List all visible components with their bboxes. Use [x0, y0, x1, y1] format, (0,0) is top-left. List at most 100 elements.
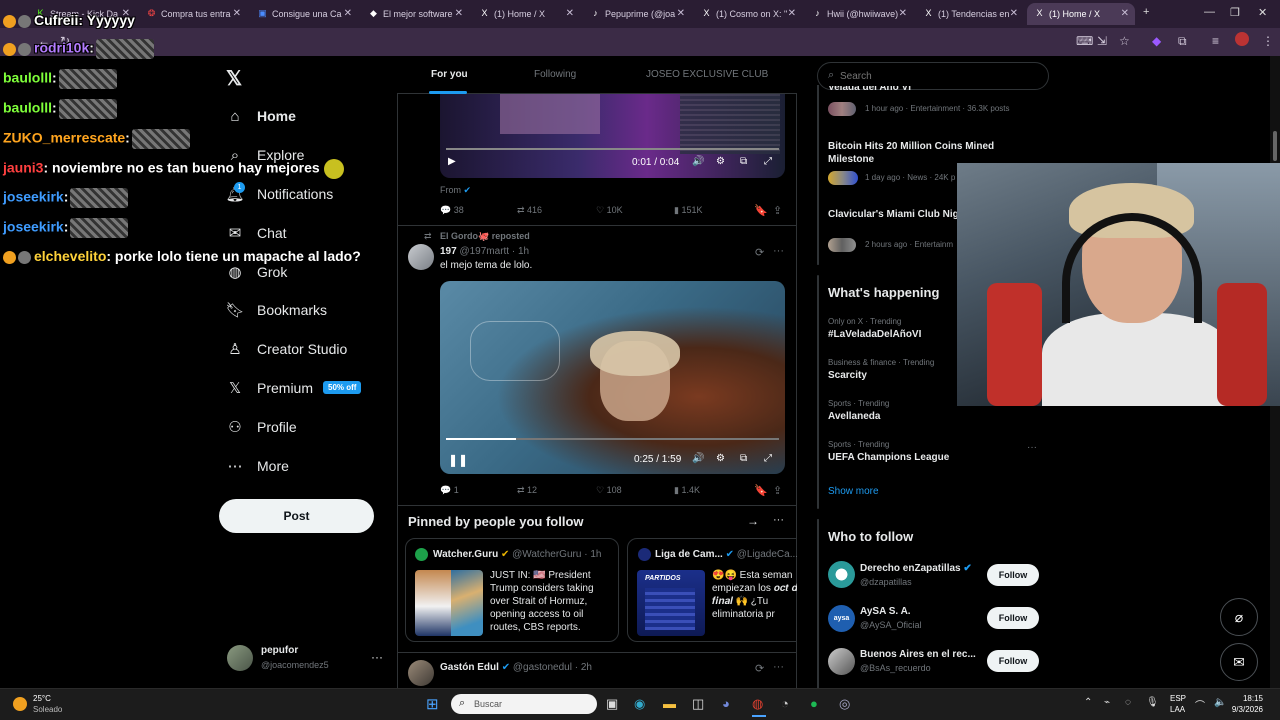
close-tab-icon[interactable]: ✕ — [788, 8, 796, 19]
tweet2-author-name[interactable]: 197 — [440, 246, 457, 257]
language-indicator-2[interactable]: LAA — [1170, 705, 1185, 714]
tweet1-video-progress[interactable] — [446, 148, 779, 150]
close-tab-icon[interactable]: ✕ — [455, 8, 463, 19]
tweet2-time[interactable]: 1h — [518, 246, 529, 257]
close-tab-icon[interactable]: ✕ — [677, 8, 685, 19]
media-control-icon[interactable]: ≡ — [1212, 34, 1219, 48]
suggestion-1-avatar[interactable] — [828, 561, 855, 588]
tweet2-author-handle[interactable]: @197martt — [459, 246, 509, 257]
tab-for-you[interactable]: For you — [431, 69, 468, 80]
weather-icon[interactable] — [13, 697, 27, 711]
profile-avatar[interactable] — [1235, 32, 1249, 46]
share-icon[interactable]: ⇪ — [773, 204, 782, 217]
tweet2-video-progress-track[interactable] — [446, 438, 779, 440]
like-button[interactable]: ♡ 10K — [596, 205, 623, 216]
trend-4-more-icon[interactable]: ··· — [1027, 442, 1037, 453]
pause-icon[interactable]: ❚❚ — [448, 453, 468, 467]
chat-username[interactable]: baulolll — [3, 100, 52, 116]
browser-tab[interactable]: ▣ Consigue una Ca ✕ — [250, 3, 358, 25]
bookmark-icon[interactable]: 🔖 — [754, 484, 768, 497]
suggestion-2-name[interactable]: AySA S. A. — [860, 606, 911, 617]
microphone-icon[interactable]: 🎙 — [1146, 697, 1159, 708]
translate-icon[interactable]: ⌨ — [1076, 34, 1093, 48]
grok-float-icon[interactable]: ⌀ — [1220, 598, 1258, 636]
close-tab-icon[interactable]: ✕ — [344, 8, 352, 19]
show-more-link[interactable]: Show more — [828, 486, 879, 497]
account-avatar[interactable] — [227, 645, 253, 671]
close-tab-icon[interactable]: ✕ — [1010, 8, 1018, 19]
scrollbar-thumb[interactable] — [1273, 131, 1277, 161]
star-icon[interactable]: ☆ — [1119, 34, 1130, 48]
menu-dots-icon[interactable]: ⋮ — [1262, 34, 1274, 48]
task-view-icon[interactable]: ▣ — [606, 696, 618, 712]
tweet2-video[interactable]: ❚❚ 0:25 / 1:59 🔊 ⚙ ⧉ ⤢ — [440, 281, 785, 474]
tray-chevron-icon[interactable]: ⌃ — [1084, 697, 1092, 708]
nav-item-home[interactable]: ⌂ Home — [226, 102, 295, 130]
trend-1-name[interactable]: #LaVeladaDelAñoVI — [828, 329, 921, 340]
chat-username[interactable]: Cufreii — [34, 12, 78, 28]
steam-icon[interactable]: ◎ — [839, 696, 850, 712]
tab-following[interactable]: Following — [534, 69, 576, 80]
chat-username[interactable]: joseekirk — [3, 219, 64, 235]
nav-item-profile[interactable]: ⚇ Profile — [226, 413, 296, 441]
suggestion-1-name[interactable]: Derecho enZapatillas ✔ — [860, 563, 972, 574]
post-button[interactable]: Post — [219, 499, 374, 533]
repost-button[interactable]: ⇄ 12 — [517, 485, 537, 496]
close-tab-icon[interactable]: ✕ — [566, 8, 574, 19]
tray-icon-1[interactable]: ⌁ — [1104, 697, 1110, 708]
minimize-icon[interactable]: — — [1204, 6, 1215, 18]
pinned-card-2[interactable]: Liga de Cam... ✔ @LigadeCa... PARTIDOS 😍… — [627, 538, 797, 642]
news-1-title[interactable]: Velada del Año VI — [828, 86, 911, 92]
trend-4-name[interactable]: UEFA Champions League — [828, 452, 949, 463]
follow-button[interactable]: Follow — [987, 564, 1039, 586]
new-tab-button[interactable]: + — [1143, 6, 1149, 18]
chat-username[interactable]: jauni3 — [3, 160, 43, 176]
language-indicator[interactable]: ESP — [1170, 694, 1186, 703]
extension-icon[interactable]: ◆ — [1152, 34, 1161, 48]
pinned-more-icon[interactable]: ··· — [773, 514, 784, 526]
browser-tab[interactable]: ♪ Hwii (@hwiiwave) ✕ — [805, 3, 913, 25]
arrow-right-icon[interactable]: → — [747, 514, 759, 528]
suggestion-3-name[interactable]: Buenos Aires en el rec... — [860, 649, 976, 660]
edge-icon[interactable]: ◉ — [634, 696, 645, 712]
tweet2-avatar[interactable] — [408, 244, 434, 270]
chat-username[interactable]: baulolll — [3, 70, 52, 86]
clock-date[interactable]: 9/3/2026 — [1223, 705, 1263, 714]
spotify-icon[interactable]: ● — [810, 696, 818, 711]
browser-tab[interactable]: X (1) Tendencias en ✕ — [916, 3, 1024, 25]
browser-tab[interactable]: X (1) Cosmo on X: " ✕ — [694, 3, 802, 25]
tweet2-more-icon[interactable]: ··· — [773, 245, 784, 257]
chat-username[interactable]: joseekirk — [3, 189, 64, 205]
nav-item-creator-studio[interactable]: ♙ Creator Studio — [226, 335, 347, 363]
tweet3-more-icon[interactable]: ··· — [773, 661, 784, 673]
trend-2-name[interactable]: Scarcity — [828, 370, 867, 381]
browser-tab[interactable]: X (1) Home / X ✕ — [472, 3, 580, 25]
nav-item-chat[interactable]: ✉ Chat — [226, 219, 287, 247]
grok-icon[interactable]: ⟳ — [755, 662, 764, 675]
tweet3-time[interactable]: 2h — [581, 662, 592, 673]
weather-desc[interactable]: Soleado — [33, 705, 62, 714]
news-3-title[interactable]: Clavicular's Miami Club Nig Girlfriend D… — [828, 208, 963, 221]
close-window-icon[interactable]: ✕ — [1258, 6, 1267, 19]
pip-icon[interactable]: ⧉ — [740, 156, 747, 167]
weather-temp[interactable]: 25°C — [33, 694, 51, 703]
volume-icon[interactable]: 🔊 — [692, 453, 704, 464]
suggestion-2-avatar[interactable]: aysa — [828, 605, 855, 632]
play-icon[interactable]: ▶ — [448, 156, 456, 167]
install-icon[interactable]: ⇲ — [1097, 34, 1107, 48]
bookmark-icon[interactable]: 🔖 — [754, 204, 768, 217]
clock-time[interactable]: 18:15 — [1233, 694, 1263, 703]
messages-float-icon[interactable]: ✉ — [1220, 643, 1258, 681]
file-explorer-icon[interactable]: ▬ — [663, 696, 676, 711]
close-tab-icon[interactable]: ✕ — [899, 8, 907, 19]
nav-item-more[interactable]: ⋯ More — [226, 452, 289, 480]
store-icon[interactable]: ◫ — [692, 696, 704, 712]
chrome-icon[interactable]: ◍ — [752, 696, 763, 712]
suggestion-3-avatar[interactable] — [828, 648, 855, 675]
views-button[interactable]: ▮ 151K — [674, 205, 702, 216]
puzzle-icon[interactable]: ⧉ — [1178, 34, 1187, 49]
reply-button[interactable]: 💬 38 — [440, 205, 464, 216]
browser-tab[interactable]: X (1) Home / X ✕ — [1027, 3, 1135, 25]
wifi-icon[interactable]: ⌒ — [1195, 697, 1205, 712]
windows-start-icon[interactable]: ⊞ — [426, 695, 439, 713]
